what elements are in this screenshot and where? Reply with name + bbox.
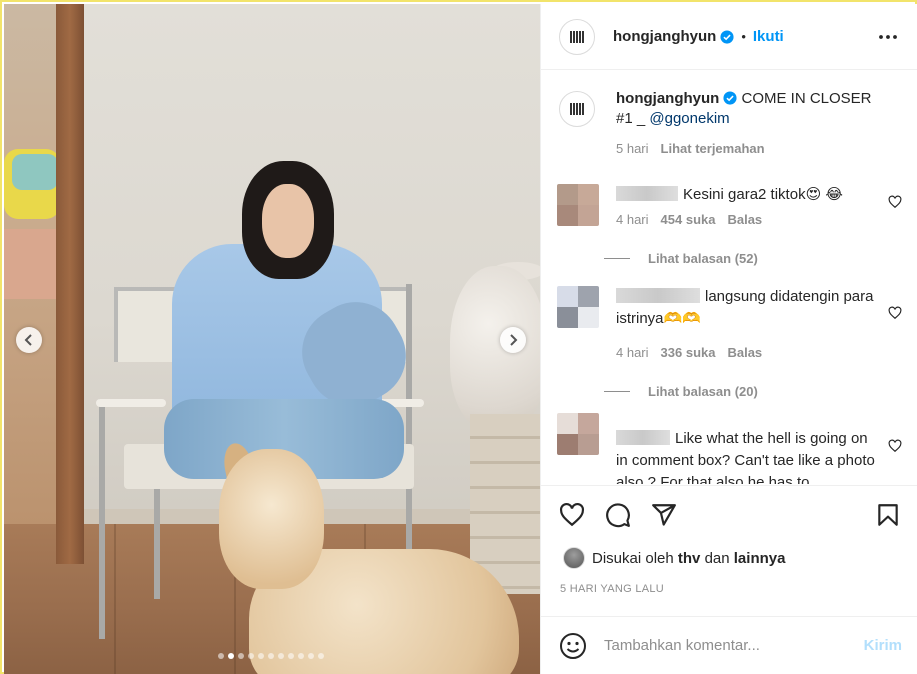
dog (219, 440, 529, 674)
author-avatar[interactable] (559, 91, 595, 127)
carousel-dot (288, 653, 294, 659)
post-photo[interactable] (4, 4, 540, 674)
reply-button[interactable]: Balas (727, 345, 762, 360)
commenter-username-redacted[interactable] (616, 288, 700, 303)
carousel-dot (218, 653, 224, 659)
carousel-dot (298, 653, 304, 659)
add-comment-bar: Kirim (541, 616, 917, 674)
follow-button[interactable]: Ikuti (753, 28, 784, 45)
comment-icon[interactable] (605, 502, 631, 528)
comments-list[interactable]: hongjanghyun COME IN CLOSER #1 _ @ggonek… (541, 71, 917, 484)
carousel-dot (268, 653, 274, 659)
comment-input[interactable] (604, 637, 844, 654)
reply-button[interactable]: Balas (727, 212, 762, 227)
caption-mention[interactable]: @ggonekim (649, 110, 729, 127)
post-actions (541, 485, 917, 545)
commenter-username-redacted[interactable] (616, 186, 678, 201)
commenter-avatar[interactable] (557, 413, 599, 455)
commenter-avatar[interactable] (557, 286, 599, 328)
next-slide-button[interactable] (500, 327, 526, 353)
caption-username[interactable]: hongjanghyun (616, 90, 719, 107)
likes-others-link[interactable]: lainnya (734, 550, 786, 567)
liker-avatar[interactable] (563, 547, 585, 569)
prev-slide-button[interactable] (16, 327, 42, 353)
commenter-username-redacted[interactable] (616, 430, 670, 445)
author-username[interactable]: hongjanghyun (613, 28, 716, 45)
commenter-avatar[interactable] (557, 184, 599, 226)
comment-time: 4 hari (616, 345, 649, 360)
carousel-dot (278, 653, 284, 659)
heart-icon[interactable] (559, 502, 585, 528)
carousel-dot (318, 653, 324, 659)
separator: • (741, 29, 746, 44)
heart-icon[interactable] (888, 439, 902, 453)
heart-icon[interactable] (888, 195, 902, 209)
comment-text: Kesini gara2 tiktok😍 😂 (683, 186, 843, 203)
caption-time: 5 hari (616, 141, 649, 156)
smiley-icon[interactable] (559, 632, 587, 660)
paper-plane-icon[interactable] (651, 502, 677, 528)
post-comment-button[interactable]: Kirim (864, 637, 902, 654)
comment-likes[interactable]: 336 suka (661, 345, 716, 360)
view-replies-button[interactable]: Lihat balasan (20) (604, 384, 758, 399)
more-horizontal-icon[interactable] (878, 28, 898, 46)
brand-logo (570, 30, 584, 43)
carousel-indicator (218, 653, 324, 659)
comment-likes[interactable]: 454 suka (661, 212, 716, 227)
heart-icon[interactable] (888, 306, 902, 320)
author-avatar[interactable] (559, 18, 595, 55)
chevron-right-icon (510, 334, 518, 346)
carousel-dot (228, 653, 234, 659)
post-sidebar: hongjanghyun • Ikuti hongjanghyun COME I… (540, 4, 917, 674)
carousel-dot (238, 653, 244, 659)
liked-by: Disukai oleh thv dan lainnya (563, 547, 785, 569)
liker-username[interactable]: thv (678, 550, 701, 567)
post-header: hongjanghyun • Ikuti (541, 4, 917, 70)
bookmark-icon[interactable] (875, 502, 901, 528)
verified-badge-icon (720, 29, 734, 44)
carousel-dot (258, 653, 264, 659)
carousel-dot (308, 653, 314, 659)
carousel-dot (248, 653, 254, 659)
view-replies-button[interactable]: Lihat balasan (52) (604, 251, 758, 266)
post-dialog: hongjanghyun • Ikuti hongjanghyun COME I… (0, 0, 917, 674)
verified-badge-icon (723, 91, 737, 105)
chevron-left-icon (24, 334, 32, 346)
translate-button[interactable]: Lihat terjemahan (661, 141, 765, 156)
comment-time: 4 hari (616, 212, 649, 227)
post-timestamp[interactable]: 5 HARI YANG LALU (560, 583, 664, 595)
vase (450, 266, 540, 431)
